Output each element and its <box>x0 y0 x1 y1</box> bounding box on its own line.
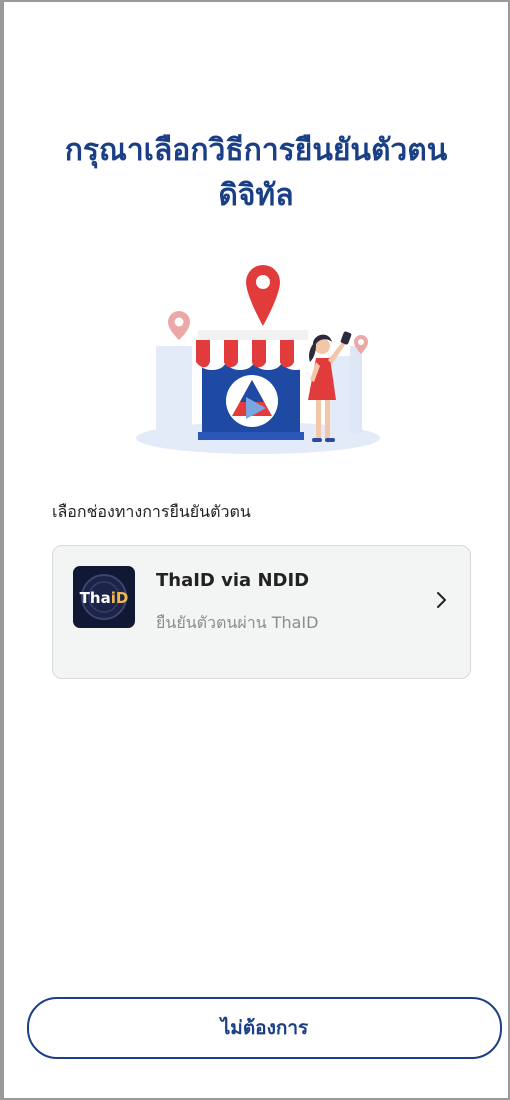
decline-button[interactable]: ไม่ต้องการ <box>27 997 502 1059</box>
page-title: กรุณาเลือกวิธีการยืนยันตัวตน ดิจิทัล <box>4 128 508 218</box>
channel-option-thaid[interactable]: ThaiD ThaID via NDID ยืนยันตัวตนผ่าน Tha… <box>52 545 471 679</box>
chevron-right-icon <box>434 590 450 610</box>
section-label: เลือกช่องทางการยืนยันตัวตน <box>52 502 251 521</box>
page-title-line-1: กรุณาเลือกวิธีการยืนยันตัวตน <box>64 133 448 168</box>
thaid-logo-icon: ThaiD <box>73 566 135 628</box>
screen: กรุณาเลือกวิธีการยืนยันตัวตน ดิจิทัล เลื… <box>4 2 508 1098</box>
channel-subtitle: ยืนยันตัวตนผ่าน ThaID <box>156 613 319 632</box>
page-title-line-2: ดิจิทัล <box>218 178 294 213</box>
storefront-selfie-illustration <box>132 260 388 460</box>
channel-title: ThaID via NDID <box>156 570 310 591</box>
svg-text:ThaiD: ThaiD <box>80 589 129 607</box>
